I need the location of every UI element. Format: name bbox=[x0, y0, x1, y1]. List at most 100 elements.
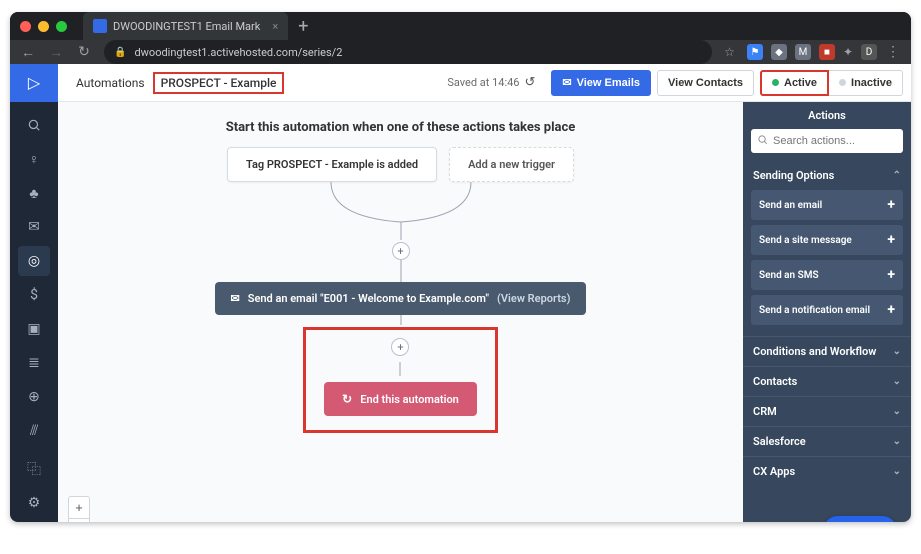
connector-line bbox=[399, 362, 401, 376]
group-label: Salesforce bbox=[753, 435, 806, 448]
tab-title: DWOODINGTEST1 Email Mark bbox=[113, 20, 260, 33]
end-automation-node[interactable]: ↻ End this automation bbox=[324, 382, 477, 416]
zoom-in-button[interactable]: + bbox=[68, 496, 90, 518]
browser-tab[interactable]: DWOODINGTEST1 Email Mark × bbox=[83, 12, 288, 40]
view-emails-label: View Emails bbox=[577, 77, 640, 89]
reload-icon[interactable]: ↻ bbox=[76, 44, 92, 60]
group-sending-options[interactable]: Sending Options ⌃ bbox=[743, 161, 911, 190]
extension-icon[interactable]: M bbox=[795, 44, 811, 60]
profile-icon[interactable]: D bbox=[861, 44, 877, 60]
minimize-window-icon[interactable] bbox=[38, 21, 49, 32]
conversations-icon[interactable]: ▣ bbox=[18, 314, 50, 344]
left-nav-rail: ♀ ♣ ✉ ◎ $ ▣ ≣ ⊕ ⫻ ⿻ ⚙ 👤 bbox=[10, 102, 58, 522]
view-emails-button[interactable]: ✉ View Emails bbox=[551, 70, 651, 96]
status-toggle[interactable]: Active Inactive bbox=[760, 70, 903, 96]
inactive-toggle[interactable]: Inactive bbox=[829, 70, 903, 96]
bookmark-star-icon[interactable]: ☆ bbox=[724, 45, 735, 59]
group-salesforce[interactable]: Salesforce ⌄ bbox=[743, 427, 911, 456]
forward-icon[interactable]: → bbox=[48, 44, 64, 61]
chevron-down-icon: ⌄ bbox=[893, 346, 901, 357]
add-action-button[interactable]: + bbox=[392, 242, 410, 260]
back-icon[interactable]: ← bbox=[20, 44, 36, 61]
history-icon[interactable]: ↺ bbox=[524, 75, 535, 90]
plus-icon: + bbox=[887, 197, 895, 213]
breadcrumb: Automations PROSPECT - Example bbox=[76, 72, 284, 94]
extensions-menu-icon[interactable]: ✦ bbox=[843, 45, 853, 59]
add-action-button[interactable]: + bbox=[391, 338, 409, 356]
trigger-node[interactable]: Tag PROSPECT - Example is added bbox=[227, 147, 437, 182]
view-contacts-button[interactable]: View Contacts bbox=[657, 70, 754, 96]
contacts-icon[interactable]: ♣ bbox=[18, 178, 50, 208]
action-send-site-message[interactable]: Send a site message+ bbox=[751, 225, 903, 255]
group-label: CX Apps bbox=[753, 465, 795, 478]
extension-icon[interactable]: ◆ bbox=[771, 44, 787, 60]
deals-icon[interactable]: $ bbox=[18, 280, 50, 310]
view-reports-link[interactable]: (View Reports) bbox=[497, 292, 570, 305]
new-tab-button[interactable]: + bbox=[298, 16, 308, 37]
help-button[interactable]: 💬 Help bbox=[823, 516, 897, 522]
action-send-sms[interactable]: Send an SMS+ bbox=[751, 260, 903, 290]
panel-title: Actions bbox=[743, 102, 911, 129]
action-label: Send an SMS bbox=[759, 270, 819, 281]
apps-icon[interactable]: ⿻ bbox=[18, 454, 50, 484]
chevron-down-icon: ⌄ bbox=[893, 436, 901, 447]
action-label: Send a notification email bbox=[759, 305, 870, 316]
actions-search[interactable] bbox=[751, 129, 903, 153]
extension-icon[interactable]: ⚑ bbox=[747, 44, 763, 60]
browser-menu-icon[interactable]: ⋮ bbox=[885, 44, 901, 60]
email-action-label: Send an email "E001 - Welcome to Example… bbox=[248, 292, 489, 305]
connector-line bbox=[261, 182, 541, 242]
search-icon[interactable] bbox=[18, 110, 50, 140]
group-crm[interactable]: CRM⌄ bbox=[743, 397, 911, 426]
view-contacts-label: View Contacts bbox=[668, 77, 743, 89]
add-trigger-label: Add a new trigger bbox=[468, 158, 555, 171]
email-action-node[interactable]: ✉ Send an email "E001 - Welcome to Examp… bbox=[215, 282, 587, 315]
plus-icon: + bbox=[887, 302, 895, 318]
saved-label: Saved at 14:46 bbox=[447, 76, 519, 89]
group-label: Sending Options bbox=[753, 169, 834, 182]
group-contacts[interactable]: Contacts ⌄ bbox=[743, 367, 911, 396]
group-label: Conditions and Workflow bbox=[753, 345, 876, 358]
automation-name[interactable]: PROSPECT - Example bbox=[153, 72, 285, 94]
automation-canvas[interactable]: Start this automation when one of these … bbox=[58, 102, 743, 522]
mail-icon: ✉ bbox=[231, 292, 240, 305]
mail-icon: ✉ bbox=[562, 76, 571, 89]
start-heading: Start this automation when one of these … bbox=[226, 120, 576, 135]
app-logo[interactable]: ▷ bbox=[10, 64, 58, 102]
zoom-out-button[interactable]: – bbox=[68, 518, 90, 522]
add-trigger-button[interactable]: Add a new trigger bbox=[449, 147, 574, 182]
group-conditions-workflow[interactable]: Conditions and Workflow ⌄ bbox=[743, 337, 911, 366]
breadcrumb-root[interactable]: Automations bbox=[76, 76, 145, 90]
saved-status: Saved at 14:46 ↺ bbox=[447, 75, 535, 90]
group-cx-apps[interactable]: CX Apps⌄ bbox=[743, 457, 911, 486]
extension-icon[interactable]: ■ bbox=[819, 44, 835, 60]
close-window-icon[interactable] bbox=[20, 21, 31, 32]
active-toggle[interactable]: Active bbox=[760, 70, 829, 96]
mail-rail-icon[interactable]: ✉ bbox=[18, 212, 50, 242]
group-label: Contacts bbox=[753, 375, 797, 388]
close-tab-icon[interactable]: × bbox=[272, 20, 278, 33]
site-icon[interactable]: ⊕ bbox=[18, 382, 50, 412]
lightbulb-icon[interactable]: ♀ bbox=[18, 144, 50, 174]
automations-rail-icon[interactable]: ◎ bbox=[18, 246, 50, 276]
logo-icon: ▷ bbox=[28, 73, 40, 92]
address-bar[interactable]: 🔒 dwoodingtest1.activehosted.com/series/… bbox=[104, 40, 712, 64]
chevron-down-icon: ⌄ bbox=[893, 376, 901, 387]
url-text: dwoodingtest1.activehosted.com/series/2 bbox=[134, 46, 342, 59]
inactive-label: Inactive bbox=[851, 77, 892, 89]
window-controls[interactable] bbox=[20, 21, 67, 32]
active-label: Active bbox=[784, 77, 817, 89]
reports-icon[interactable]: ⫻ bbox=[18, 416, 50, 446]
trigger-label: Tag PROSPECT - Example is added bbox=[246, 158, 418, 171]
actions-search-input[interactable] bbox=[773, 135, 911, 147]
action-send-email[interactable]: Send an email+ bbox=[751, 190, 903, 220]
connector-line bbox=[400, 260, 402, 282]
action-send-notification-email[interactable]: Send a notification email + bbox=[751, 295, 903, 325]
action-label: Send a site message bbox=[759, 235, 852, 246]
lists-icon[interactable]: ≣ bbox=[18, 348, 50, 378]
favicon-icon bbox=[93, 19, 107, 33]
maximize-window-icon[interactable] bbox=[56, 21, 67, 32]
search-icon bbox=[757, 134, 768, 148]
settings-icon[interactable]: ⚙ bbox=[18, 488, 50, 518]
group-label: CRM bbox=[753, 405, 777, 418]
